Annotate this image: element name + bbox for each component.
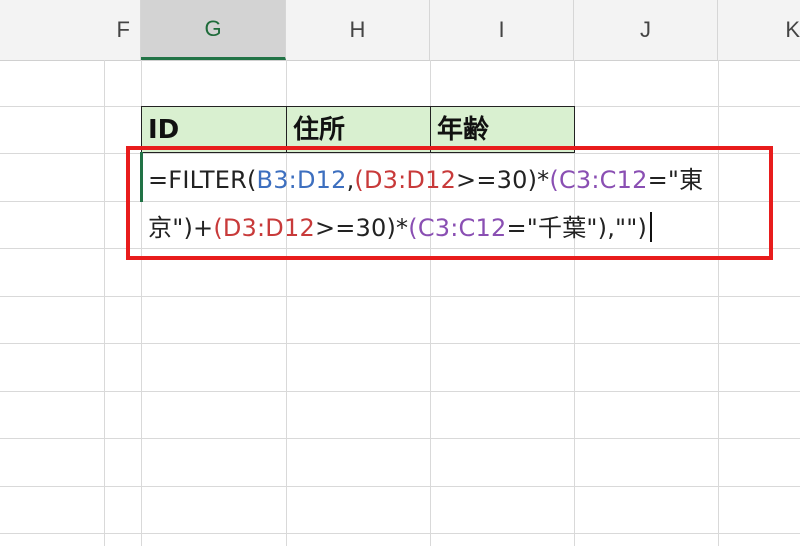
column-header-h[interactable]: H [286, 0, 430, 60]
column-header-j[interactable]: J [574, 0, 718, 60]
column-header-g[interactable]: G [141, 0, 286, 60]
column-header-k[interactable]: K [718, 0, 800, 60]
column-header-f[interactable]: F [0, 0, 141, 60]
highlight-box [126, 146, 773, 260]
column-header-i[interactable]: I [430, 0, 574, 60]
column-header-bar: F G H I J K [0, 0, 800, 61]
